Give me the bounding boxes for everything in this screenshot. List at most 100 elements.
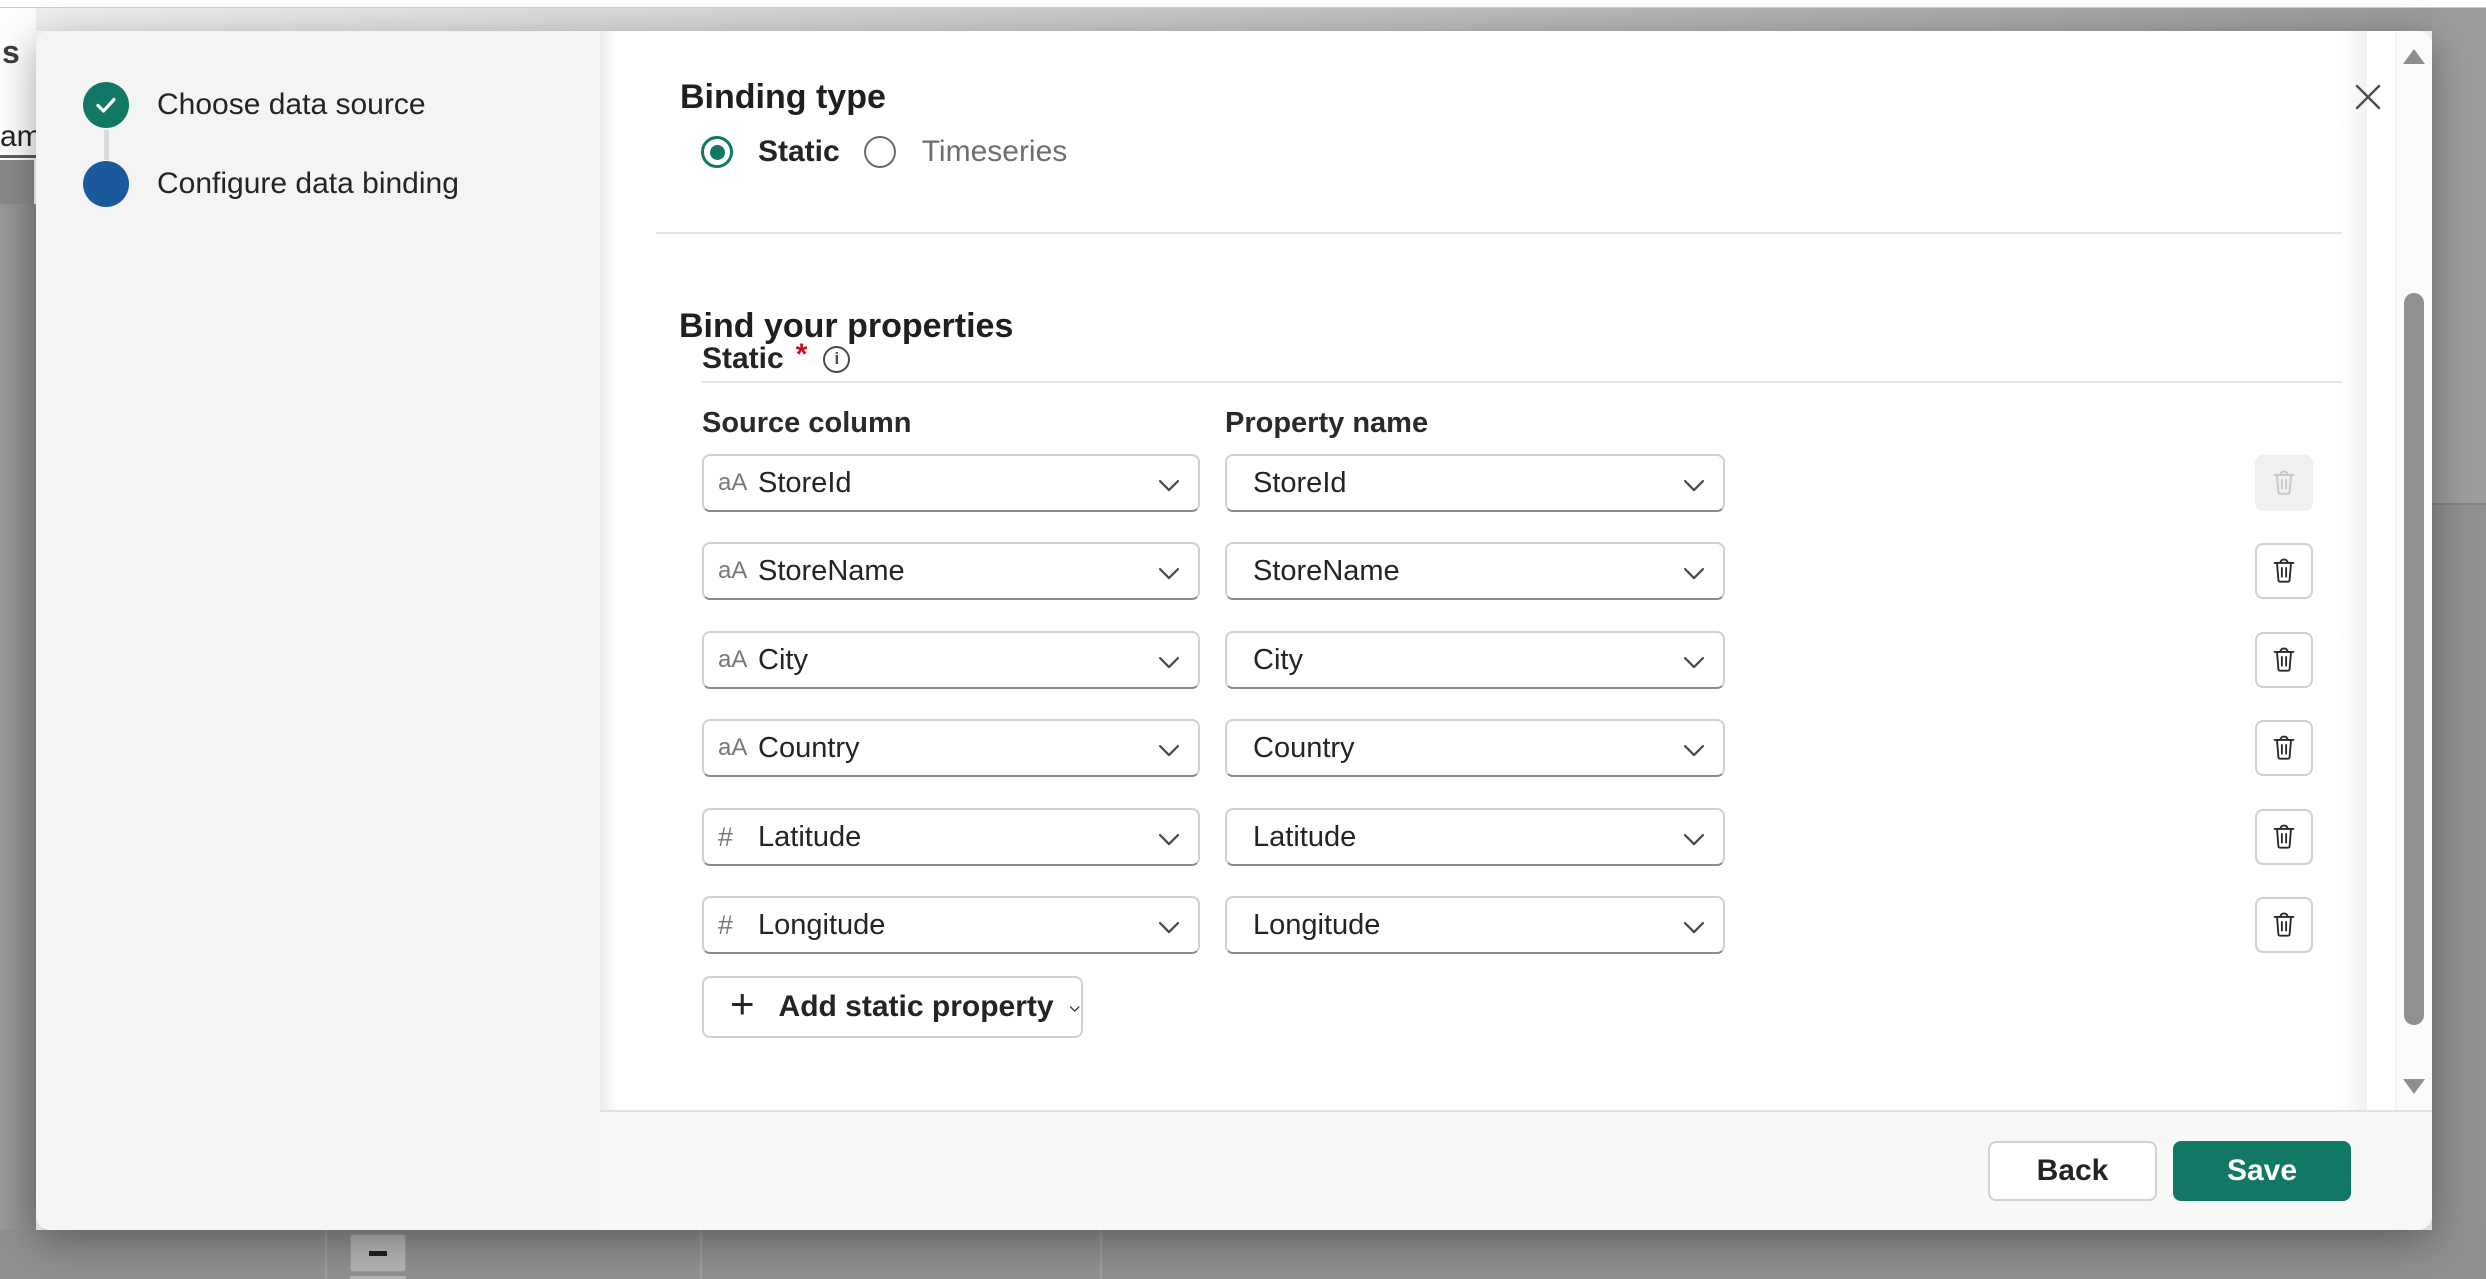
close-dialog-button[interactable] [2348,77,2388,117]
field-type-icon: # [718,910,758,941]
property-name-value: Longitude [1253,909,1380,942]
chevron-down-icon [1156,915,1182,941]
step-connector-line [104,130,109,160]
source-column-value: StoreName [758,555,905,588]
delete-row-button[interactable] [2255,809,2313,865]
property-name-value: Latitude [1253,821,1356,854]
info-icon[interactable]: i [823,346,850,373]
step-completed-check-icon [83,82,129,128]
radio-selected-dot [710,145,725,160]
binding-type-radio-group: Static Timeseries [701,134,1067,170]
back-button[interactable]: Back [1988,1141,2157,1201]
delete-row-button[interactable] [2255,543,2313,599]
plus-icon: + [730,983,755,1025]
background-text-fragment: s [2,34,20,71]
dialog-scrollbar [2395,31,2432,1110]
scroll-up-arrow-icon[interactable] [2403,49,2425,64]
chevron-down-icon [1681,738,1707,764]
screen: s ame Choose data source Configure data … [0,0,2486,1279]
chevron-down-icon [1156,827,1182,853]
chevron-down-icon [1068,999,1081,1019]
property-name-dropdown[interactable]: Latitude [1225,808,1725,866]
add-static-property-button[interactable]: + Add static property [702,976,1083,1038]
property-binding-row: aA StoreId StoreId [36,454,2432,512]
field-type-icon: # [718,822,758,853]
delete-row-button[interactable] [2255,720,2313,776]
chevron-down-icon [1681,561,1707,587]
close-icon [2351,80,2385,114]
chevron-down-icon [1156,738,1182,764]
property-name-dropdown[interactable]: Country [1225,719,1725,777]
property-name-value: City [1253,644,1303,677]
property-binding-row: aA Country Country [36,719,2432,777]
trash-icon [2269,645,2299,675]
background-left-panel: s ame [0,8,36,160]
field-type-icon: aA [718,469,758,497]
delete-row-button[interactable] [2255,897,2313,953]
delete-row-button [2255,455,2313,511]
static-group-header: Static * i [702,341,850,377]
source-column-dropdown[interactable]: aA Country [702,719,1200,777]
map-zoom-out-button[interactable] [350,1234,406,1272]
background-top-bar [0,0,2486,8]
add-static-property-label: Add static property [779,990,1054,1024]
background-grid-line [700,1230,702,1279]
radio-timeseries-label[interactable]: Timeseries [922,135,1068,169]
save-button[interactable]: Save [2173,1141,2351,1201]
step-configure-data-binding[interactable]: Configure data binding [83,161,459,207]
background-input-fragment: ame [0,116,36,158]
chevron-down-icon [1681,915,1707,941]
property-name-dropdown[interactable]: StoreId [1225,454,1725,512]
source-column-value: StoreId [758,467,852,500]
trash-icon [2269,468,2299,498]
background-left-canvas [0,204,36,1279]
chevron-down-icon [1156,650,1182,676]
source-column-dropdown[interactable]: aA City [702,631,1200,689]
chevron-down-icon [1156,561,1182,587]
source-column-dropdown[interactable]: # Longitude [702,896,1200,954]
property-name-value: StoreId [1253,467,1347,500]
property-name-header: Property name [1225,407,1428,440]
background-grid-line [325,1230,327,1279]
source-column-header: Source column [702,407,912,440]
source-column-dropdown[interactable]: # Latitude [702,808,1200,866]
source-column-dropdown[interactable]: aA StoreName [702,542,1200,600]
property-binding-row: aA StoreName StoreName [36,542,2432,600]
source-column-value: Latitude [758,821,861,854]
scroll-down-arrow-icon[interactable] [2403,1079,2425,1094]
scrollbar-thumb[interactable] [2404,293,2424,1025]
trash-icon [2269,556,2299,586]
source-column-dropdown[interactable]: aA StoreId [702,454,1200,512]
static-group-label: Static [702,342,784,376]
source-column-value: Country [758,732,860,765]
property-binding-row: # Longitude Longitude [36,896,2432,954]
trash-icon [2269,822,2299,852]
group-divider [702,381,2342,383]
property-binding-row: aA City City [36,631,2432,689]
step-label: Configure data binding [157,167,459,201]
source-column-value: Longitude [758,909,885,942]
source-column-value: City [758,644,808,677]
minus-icon [369,1251,387,1256]
property-name-dropdown[interactable]: City [1225,631,1725,689]
property-name-dropdown[interactable]: StoreName [1225,542,1725,600]
dialog-footer: Back Save [600,1110,2432,1230]
property-name-value: Country [1253,732,1355,765]
chevron-down-icon [1681,473,1707,499]
field-type-icon: aA [718,557,758,585]
field-type-icon: aA [718,646,758,674]
radio-static-label[interactable]: Static [758,135,840,169]
background-overlay-top [36,8,2432,31]
radio-static[interactable] [701,136,733,168]
background-bottom-strip [0,1230,2486,1279]
step-choose-data-source[interactable]: Choose data source [83,82,426,128]
trash-icon [2269,910,2299,940]
binding-type-title: Binding type [680,78,886,117]
configure-data-binding-dialog: Choose data source Configure data bindin… [36,31,2432,1230]
trash-icon [2269,733,2299,763]
step-active-dot-icon [83,161,129,207]
property-name-dropdown[interactable]: Longitude [1225,896,1725,954]
radio-timeseries[interactable] [864,136,896,168]
delete-row-button[interactable] [2255,632,2313,688]
section-divider [656,232,2342,234]
